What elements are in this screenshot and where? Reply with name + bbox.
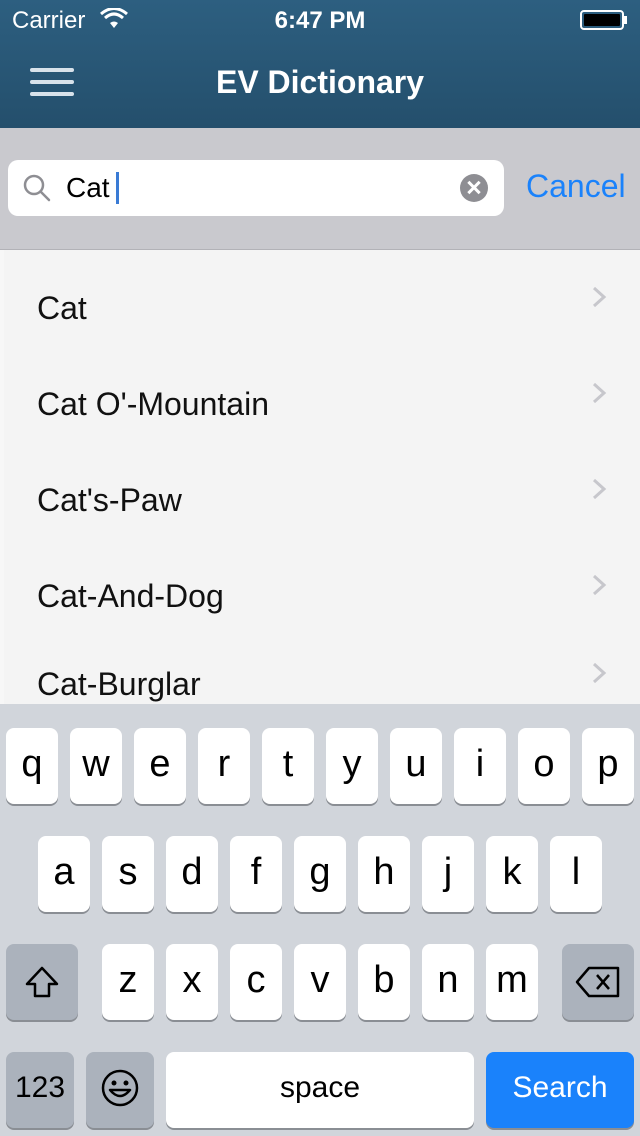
page-title: EV Dictionary: [215, 64, 425, 100]
key-k[interactable]: k: [486, 836, 538, 912]
key-j[interactable]: j: [422, 836, 474, 912]
chevron-right-icon: [592, 382, 607, 404]
key-s[interactable]: s: [102, 836, 154, 912]
key-b[interactable]: b: [358, 944, 410, 1020]
chevron-right-icon: [592, 286, 607, 308]
key-g[interactable]: g: [294, 836, 346, 912]
search-bar: Cancel: [0, 128, 640, 250]
results-list: Cat Cat O'-Mountain Cat's-Paw Cat-And-Do…: [4, 250, 640, 704]
key-x[interactable]: x: [166, 944, 218, 1020]
list-item[interactable]: Cat's-Paw: [4, 442, 640, 538]
list-item-label: Cat: [37, 290, 87, 326]
key-e[interactable]: e: [134, 728, 186, 804]
key-r[interactable]: r: [198, 728, 250, 804]
clear-icon[interactable]: [460, 174, 488, 202]
key-a[interactable]: a: [38, 836, 90, 912]
list-item[interactable]: Cat-Burglar: [4, 626, 640, 704]
list-item[interactable]: Cat O'-Mountain: [4, 346, 640, 442]
status-bar: Carrier 6:47 PM: [0, 0, 640, 40]
key-n[interactable]: n: [422, 944, 474, 1020]
key-o[interactable]: o: [518, 728, 570, 804]
key-h[interactable]: h: [358, 836, 410, 912]
shift-key[interactable]: [6, 944, 78, 1020]
key-c[interactable]: c: [230, 944, 282, 1020]
space-key[interactable]: space: [166, 1052, 474, 1128]
list-item[interactable]: Cat-And-Dog: [4, 538, 640, 634]
battery-icon: [580, 10, 627, 30]
search-field[interactable]: [8, 160, 504, 216]
key-l[interactable]: l: [550, 836, 602, 912]
search-key[interactable]: Search: [486, 1052, 634, 1128]
key-z[interactable]: z: [102, 944, 154, 1020]
search-input[interactable]: [66, 160, 456, 216]
list-item-label: Cat O'-Mountain: [37, 386, 269, 422]
keyboard: q w e r t y u i o p a s d f g h j k l z …: [0, 704, 640, 1136]
search-icon: [23, 174, 51, 202]
list-item-label: Cat-Burglar: [37, 666, 201, 702]
chevron-right-icon: [592, 478, 607, 500]
key-m[interactable]: m: [486, 944, 538, 1020]
navigation-header: Carrier 6:47 PM EV Dictionary: [0, 0, 640, 128]
key-d[interactable]: d: [166, 836, 218, 912]
emoji-icon: [101, 1069, 139, 1107]
key-u[interactable]: u: [390, 728, 442, 804]
chevron-right-icon: [592, 662, 607, 684]
clock: 6:47 PM: [274, 7, 366, 34]
numbers-key[interactable]: 123: [6, 1052, 74, 1128]
key-w[interactable]: w: [70, 728, 122, 804]
key-t[interactable]: t: [262, 728, 314, 804]
key-i[interactable]: i: [454, 728, 506, 804]
list-item[interactable]: Cat: [4, 250, 640, 346]
emoji-key[interactable]: [86, 1052, 154, 1128]
text-caret: [116, 172, 119, 204]
list-item-label: Cat's-Paw: [37, 482, 182, 518]
key-p[interactable]: p: [582, 728, 634, 804]
key-q[interactable]: q: [6, 728, 58, 804]
list-item-label: Cat-And-Dog: [37, 578, 224, 614]
shift-icon: [25, 966, 59, 998]
key-y[interactable]: y: [326, 728, 378, 804]
cancel-button[interactable]: Cancel: [526, 168, 626, 205]
delete-key[interactable]: [562, 944, 634, 1020]
delete-icon: [575, 966, 620, 998]
key-f[interactable]: f: [230, 836, 282, 912]
key-v[interactable]: v: [294, 944, 346, 1020]
chevron-right-icon: [592, 574, 607, 596]
